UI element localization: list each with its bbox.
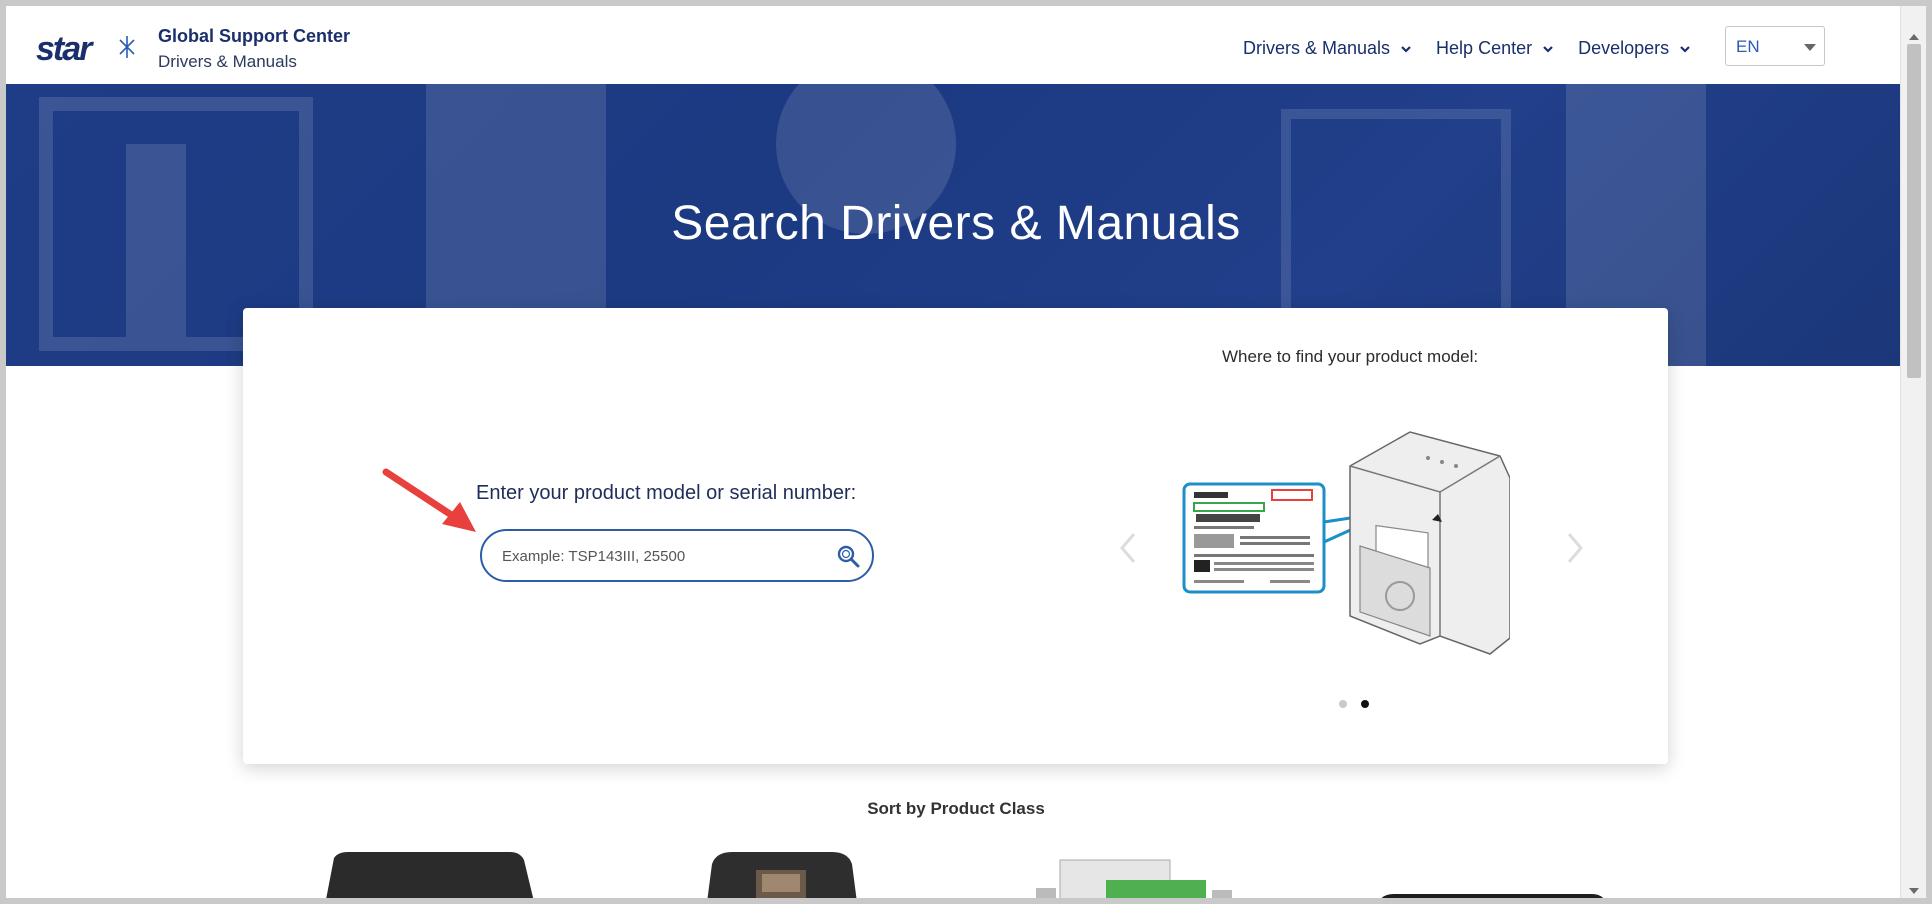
nav-developers[interactable]: Developers: [1578, 38, 1691, 59]
product-model-help-label: Where to find your product model:: [1222, 347, 1479, 366]
chevron-down-icon: [1680, 45, 1690, 53]
scroll-down-icon[interactable]: [1909, 888, 1919, 894]
language-value: EN: [1736, 37, 1760, 56]
nav-drivers-manuals[interactable]: Drivers & Manuals: [1243, 38, 1412, 59]
language-select[interactable]: EN: [1725, 26, 1825, 66]
search-icon[interactable]: [836, 544, 860, 568]
search-label: Enter your product model or serial numbe…: [476, 482, 857, 504]
scroll-thumb[interactable]: [1907, 44, 1921, 378]
sort-section-title: Sort by Product Class: [867, 799, 1045, 818]
carousel-dot-1[interactable]: [1339, 700, 1347, 708]
search-card: Enter your product model or serial numbe…: [243, 308, 1668, 764]
dropdown-arrow-icon: [1804, 44, 1816, 51]
carousel-dot-2-active[interactable]: [1361, 700, 1369, 708]
brand-subtitle: Drivers & Manuals: [158, 52, 297, 71]
chevron-right-icon[interactable]: [1565, 530, 1585, 566]
product-class-thumbnail-2[interactable]: [702, 850, 862, 904]
nav-label: Developers: [1578, 38, 1670, 58]
chevron-down-icon: [1401, 45, 1411, 53]
scroll-up-icon[interactable]: [1909, 34, 1919, 40]
site-header: star Global Support Center Drivers & Man…: [6, 6, 1906, 84]
nav-label: Help Center: [1436, 38, 1533, 58]
svg-text:star: star: [36, 30, 94, 68]
chevron-down-icon: [1543, 45, 1553, 53]
star-logo-icon[interactable]: star: [36, 28, 140, 72]
browser-frame: star Global Support Center Drivers & Man…: [0, 0, 1932, 904]
annotation-arrow-icon: [382, 468, 476, 532]
chevron-left-icon[interactable]: [1118, 530, 1138, 566]
main-nav: Drivers & Manuals Help Center Developers: [1243, 38, 1715, 59]
nav-label: Drivers & Manuals: [1243, 38, 1391, 58]
page-title: Search Drivers & Manuals: [671, 197, 1241, 250]
brand-title: Global Support Center: [158, 26, 351, 46]
product-class-thumbnail-1[interactable]: [324, 850, 536, 904]
page-scrollbar[interactable]: [1900, 6, 1926, 898]
product-class-thumbnail-3[interactable]: [1026, 850, 1238, 904]
product-class-thumbnail-4[interactable]: [1380, 850, 1606, 904]
printer-label-illustration: [1182, 431, 1510, 655]
nav-help-center[interactable]: Help Center: [1436, 38, 1554, 59]
search-box: [480, 529, 874, 582]
search-input[interactable]: [502, 545, 822, 567]
